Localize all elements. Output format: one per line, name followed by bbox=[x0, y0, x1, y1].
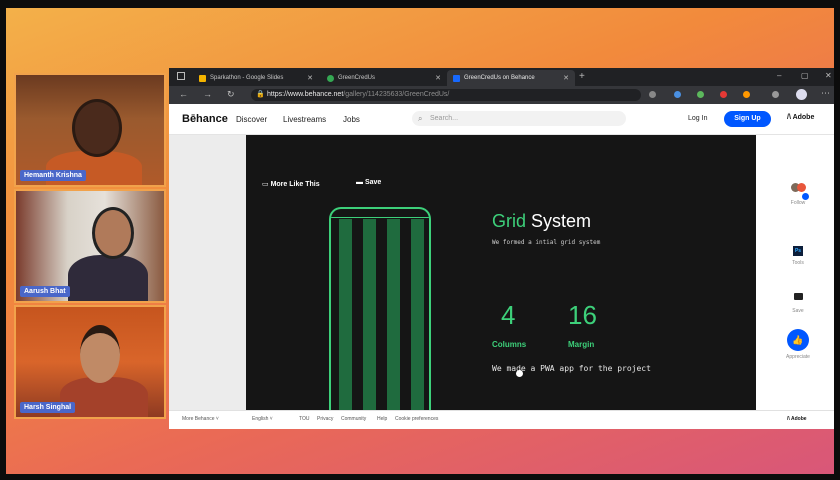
signup-button[interactable]: Sign Up bbox=[724, 111, 771, 127]
behance-icon bbox=[453, 74, 460, 82]
search-icon: ⌕ bbox=[418, 114, 423, 123]
behance-header: Bēhance Discover Livestreams Jobs ⌕ Sear… bbox=[169, 104, 840, 135]
tab-google-slides[interactable]: Sparkathon - Google Slides ✕ bbox=[193, 70, 319, 86]
behance-footer: More Behance ˅ English ˅ TOU Privacy Com… bbox=[169, 410, 840, 429]
grid-column bbox=[339, 219, 352, 411]
participant-name: Aarush Bhat bbox=[20, 286, 70, 297]
participant-head bbox=[92, 207, 134, 259]
forward-icon[interactable]: → bbox=[203, 89, 212, 99]
adobe-icon: /\ bbox=[787, 416, 790, 422]
tab-greencredus[interactable]: GreenCredUs ✕ bbox=[321, 70, 447, 86]
participant-head bbox=[72, 99, 122, 157]
participant-tile-3[interactable]: Harsh Singhal bbox=[14, 305, 166, 419]
greencredus-icon bbox=[327, 74, 334, 82]
participant-head bbox=[80, 325, 120, 383]
grid-column bbox=[411, 219, 424, 411]
thumbs-up-icon: 👍 bbox=[787, 329, 809, 351]
participant-silhouette bbox=[68, 255, 148, 301]
stat-columns-label: Columns bbox=[492, 340, 527, 349]
grid-column bbox=[363, 219, 376, 411]
close-icon[interactable]: ✕ bbox=[307, 74, 313, 82]
footer-link-help[interactable]: Help bbox=[377, 416, 387, 422]
reload-icon[interactable]: ↻ bbox=[227, 89, 235, 100]
login-button[interactable]: Log In bbox=[688, 115, 707, 122]
stat-columns-value: 4 bbox=[501, 300, 516, 330]
tab-behance[interactable]: GreenCredUs on Behance ✕ bbox=[447, 70, 575, 86]
sidebar-toggle-icon[interactable] bbox=[177, 72, 185, 80]
tools-button[interactable]: Ps Tools bbox=[756, 239, 840, 266]
new-tab-button[interactable]: + bbox=[579, 71, 585, 82]
image-icon: ▭ bbox=[262, 181, 269, 188]
tab-strip: Sparkathon - Google Slides ✕ GreenCredUs… bbox=[169, 68, 840, 86]
close-icon[interactable]: ✕ bbox=[563, 74, 569, 82]
more-behance-dropdown[interactable]: More Behance ˅ bbox=[182, 416, 219, 422]
language-dropdown[interactable]: English ˅ bbox=[252, 416, 273, 422]
save-button[interactable]: Save bbox=[756, 287, 840, 314]
extension-icon[interactable] bbox=[674, 91, 681, 98]
close-window-button[interactable]: ✕ bbox=[825, 71, 832, 80]
participant-tile-1[interactable]: Hemanth Krishna bbox=[14, 73, 166, 187]
section-subtitle: We formed a intial grid system bbox=[492, 239, 601, 246]
project-page: ▭ More Like This ▬ Save Grid System We f… bbox=[169, 135, 840, 411]
phone-grid-mockup bbox=[329, 207, 431, 411]
profile-icon[interactable] bbox=[796, 89, 807, 100]
footer-link-tou[interactable]: TOU bbox=[299, 416, 309, 422]
participant-name: Hemanth Krishna bbox=[20, 170, 86, 181]
folder-icon: ▬ bbox=[356, 179, 363, 186]
extension-icon[interactable] bbox=[697, 91, 704, 98]
behance-logo[interactable]: Bēhance bbox=[182, 113, 228, 125]
stat-margin-label: Margin bbox=[568, 340, 595, 349]
appreciate-button[interactable]: 👍 Appreciate bbox=[756, 329, 840, 360]
nav-jobs[interactable]: Jobs bbox=[343, 115, 360, 124]
lock-icon: 🔒 bbox=[256, 91, 265, 98]
save-project-button[interactable]: ▬ Save bbox=[356, 179, 381, 186]
phone-status-bar bbox=[331, 209, 429, 218]
back-icon[interactable]: ← bbox=[179, 89, 188, 99]
extension-icon[interactable] bbox=[649, 91, 656, 98]
minimize-button[interactable]: – bbox=[777, 71, 781, 80]
participant-name: Harsh Singhal bbox=[20, 402, 76, 413]
nav-discover[interactable]: Discover bbox=[236, 115, 267, 124]
section-title: Grid System bbox=[492, 211, 592, 231]
scrollbar[interactable] bbox=[835, 199, 840, 210]
browser-window: Sparkathon - Google Slides ✕ GreenCredUs… bbox=[169, 68, 840, 429]
slides-icon bbox=[199, 74, 206, 82]
address-bar-row: ← → ↻ 🔒 https://www.behance.net/gallery/… bbox=[169, 86, 840, 104]
extension-icon[interactable] bbox=[772, 91, 779, 98]
nav-livestreams[interactable]: Livestreams bbox=[283, 115, 326, 124]
footer-link-community[interactable]: Community bbox=[341, 416, 366, 422]
extension-icon[interactable] bbox=[743, 91, 750, 98]
footer-link-cookies[interactable]: Cookie preferences bbox=[395, 416, 438, 422]
extension-icon[interactable] bbox=[720, 91, 727, 98]
mouse-cursor bbox=[516, 370, 523, 377]
follow-button[interactable]: Follow bbox=[756, 179, 840, 206]
adobe-logo[interactable]: /\ Adobe bbox=[787, 114, 814, 121]
participant-tile-2[interactable]: Aarush Bhat bbox=[14, 189, 166, 303]
project-canvas: ▭ More Like This ▬ Save Grid System We f… bbox=[246, 135, 756, 411]
grid-column bbox=[387, 219, 400, 411]
folder-icon bbox=[793, 293, 803, 300]
footer-adobe-logo[interactable]: /\ Adobe bbox=[787, 416, 807, 422]
more-options-icon[interactable]: ⋯ bbox=[821, 88, 830, 99]
maximize-button[interactable]: ▢ bbox=[801, 71, 809, 80]
search-input[interactable]: ⌕ Search... bbox=[412, 111, 626, 126]
url-input[interactable]: 🔒 https://www.behance.net/gallery/114235… bbox=[251, 89, 641, 101]
more-like-this-button[interactable]: ▭ More Like This bbox=[262, 180, 320, 188]
adobe-icon: /\ bbox=[787, 114, 791, 121]
photoshop-icon: Ps bbox=[793, 246, 803, 256]
footer-link-privacy[interactable]: Privacy bbox=[317, 416, 333, 422]
stat-margin-value: 16 bbox=[568, 300, 597, 330]
avatars-icon bbox=[789, 179, 807, 192]
project-actions-sidebar: Follow Ps Tools Save 👍 Appreciate bbox=[756, 135, 840, 410]
plus-badge-icon bbox=[802, 193, 809, 200]
close-icon[interactable]: ✕ bbox=[435, 74, 441, 82]
